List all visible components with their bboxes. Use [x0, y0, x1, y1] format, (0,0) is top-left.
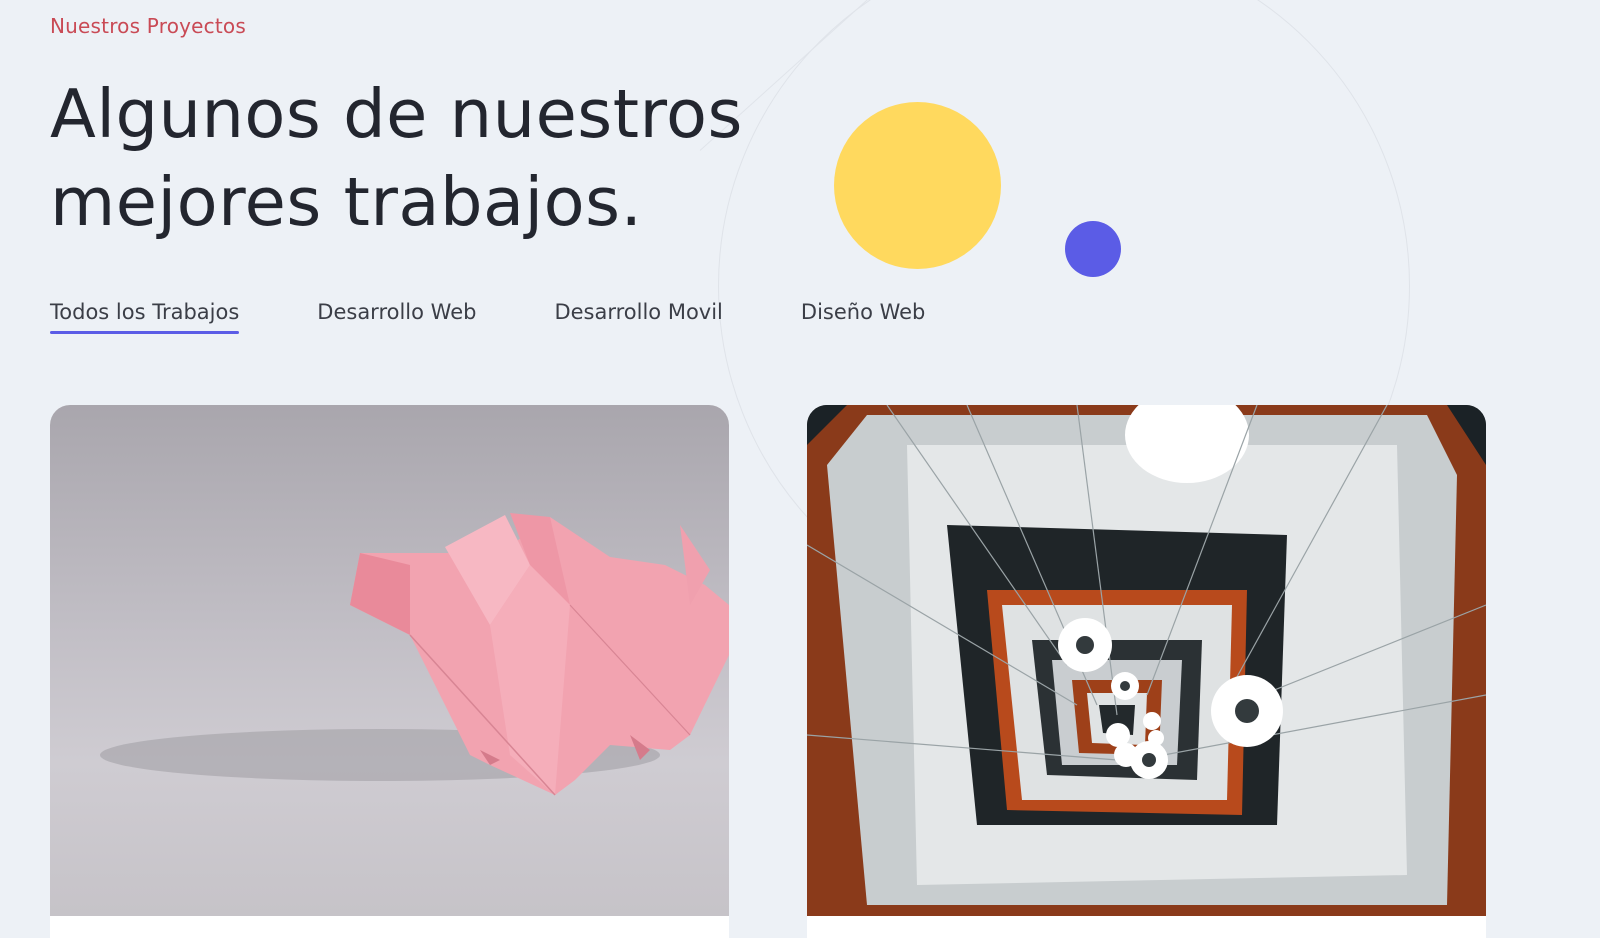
project-filter-tabs: Todos los Trabajos Desarrollo Web Desarr… — [50, 300, 1003, 334]
decorative-blue-circle — [1065, 221, 1121, 277]
project-card-stairwell[interactable] — [807, 405, 1486, 938]
heading-line-1: Algunos de nuestros — [50, 75, 743, 153]
section-eyebrow: Nuestros Proyectos — [50, 14, 246, 38]
tab-todos-los-trabajos[interactable]: Todos los Trabajos — [50, 300, 240, 334]
decorative-yellow-circle — [834, 102, 1001, 269]
origami-pig-image — [50, 405, 729, 916]
heading-line-2: mejores trabajos. — [50, 163, 643, 241]
project-card-origami[interactable] — [50, 405, 729, 938]
section-heading: Algunos de nuestros mejores trabajos. — [50, 70, 830, 246]
stairwell-image — [807, 405, 1486, 916]
tab-desarrollo-movil[interactable]: Desarrollo Movil — [554, 300, 722, 334]
tab-diseno-web[interactable]: Diseño Web — [801, 300, 925, 334]
tab-desarrollo-web[interactable]: Desarrollo Web — [317, 300, 476, 334]
